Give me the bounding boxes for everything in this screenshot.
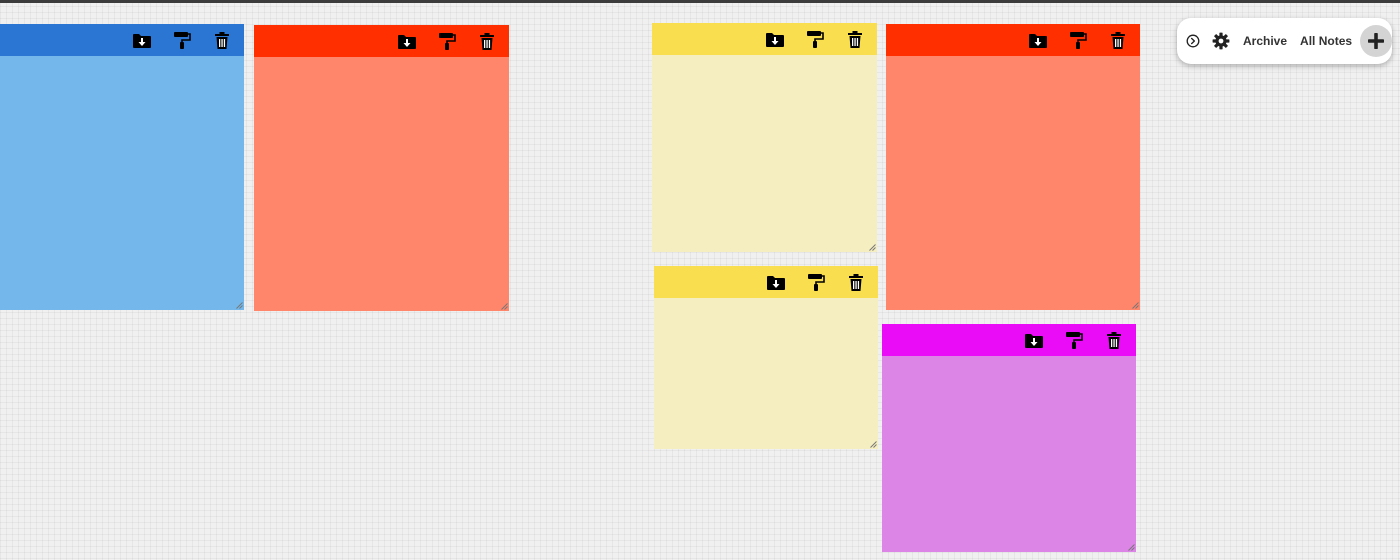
paint-roller-icon[interactable]	[804, 270, 828, 294]
note-header[interactable]	[886, 24, 1140, 56]
note-header[interactable]	[0, 24, 244, 56]
paint-roller-icon[interactable]	[1062, 328, 1086, 352]
note-content[interactable]	[654, 298, 878, 449]
trash-icon[interactable]	[843, 27, 867, 51]
paint-roller-icon[interactable]	[1066, 28, 1090, 52]
window-top-border	[0, 0, 1400, 3]
trash-icon[interactable]	[844, 270, 868, 294]
note-header[interactable]	[254, 25, 509, 57]
note-header[interactable]	[652, 23, 877, 55]
plus-icon	[1368, 33, 1385, 49]
all-notes-link[interactable]: All Notes	[1300, 34, 1352, 48]
gear-icon[interactable]	[1212, 32, 1230, 50]
archive-icon[interactable]	[395, 29, 419, 53]
paint-roller-icon[interactable]	[803, 27, 827, 51]
sticky-note[interactable]	[0, 24, 244, 310]
note-content[interactable]	[882, 356, 1136, 552]
trash-icon[interactable]	[1106, 28, 1130, 52]
archive-icon[interactable]	[763, 27, 787, 51]
sticky-note[interactable]	[254, 25, 509, 311]
notes-toolbar: Archive All Notes	[1177, 18, 1392, 64]
sticky-note[interactable]	[652, 23, 877, 252]
trash-icon[interactable]	[210, 28, 234, 52]
paint-roller-icon[interactable]	[170, 28, 194, 52]
note-content[interactable]	[0, 56, 244, 310]
archive-icon[interactable]	[1022, 328, 1046, 352]
sticky-note[interactable]	[882, 324, 1136, 552]
play-circle-icon[interactable]	[1186, 34, 1200, 48]
trash-icon[interactable]	[1102, 328, 1126, 352]
note-header[interactable]	[654, 266, 878, 298]
add-note-button[interactable]	[1360, 25, 1392, 57]
note-content[interactable]	[652, 55, 877, 252]
sticky-note[interactable]	[654, 266, 878, 449]
archive-icon[interactable]	[130, 28, 154, 52]
note-content[interactable]	[254, 57, 509, 311]
paint-roller-icon[interactable]	[435, 29, 459, 53]
sticky-note[interactable]	[886, 24, 1140, 310]
trash-icon[interactable]	[475, 29, 499, 53]
archive-icon[interactable]	[764, 270, 788, 294]
note-header[interactable]	[882, 324, 1136, 356]
archive-link[interactable]: Archive	[1243, 34, 1287, 48]
note-content[interactable]	[886, 56, 1140, 310]
archive-icon[interactable]	[1026, 28, 1050, 52]
